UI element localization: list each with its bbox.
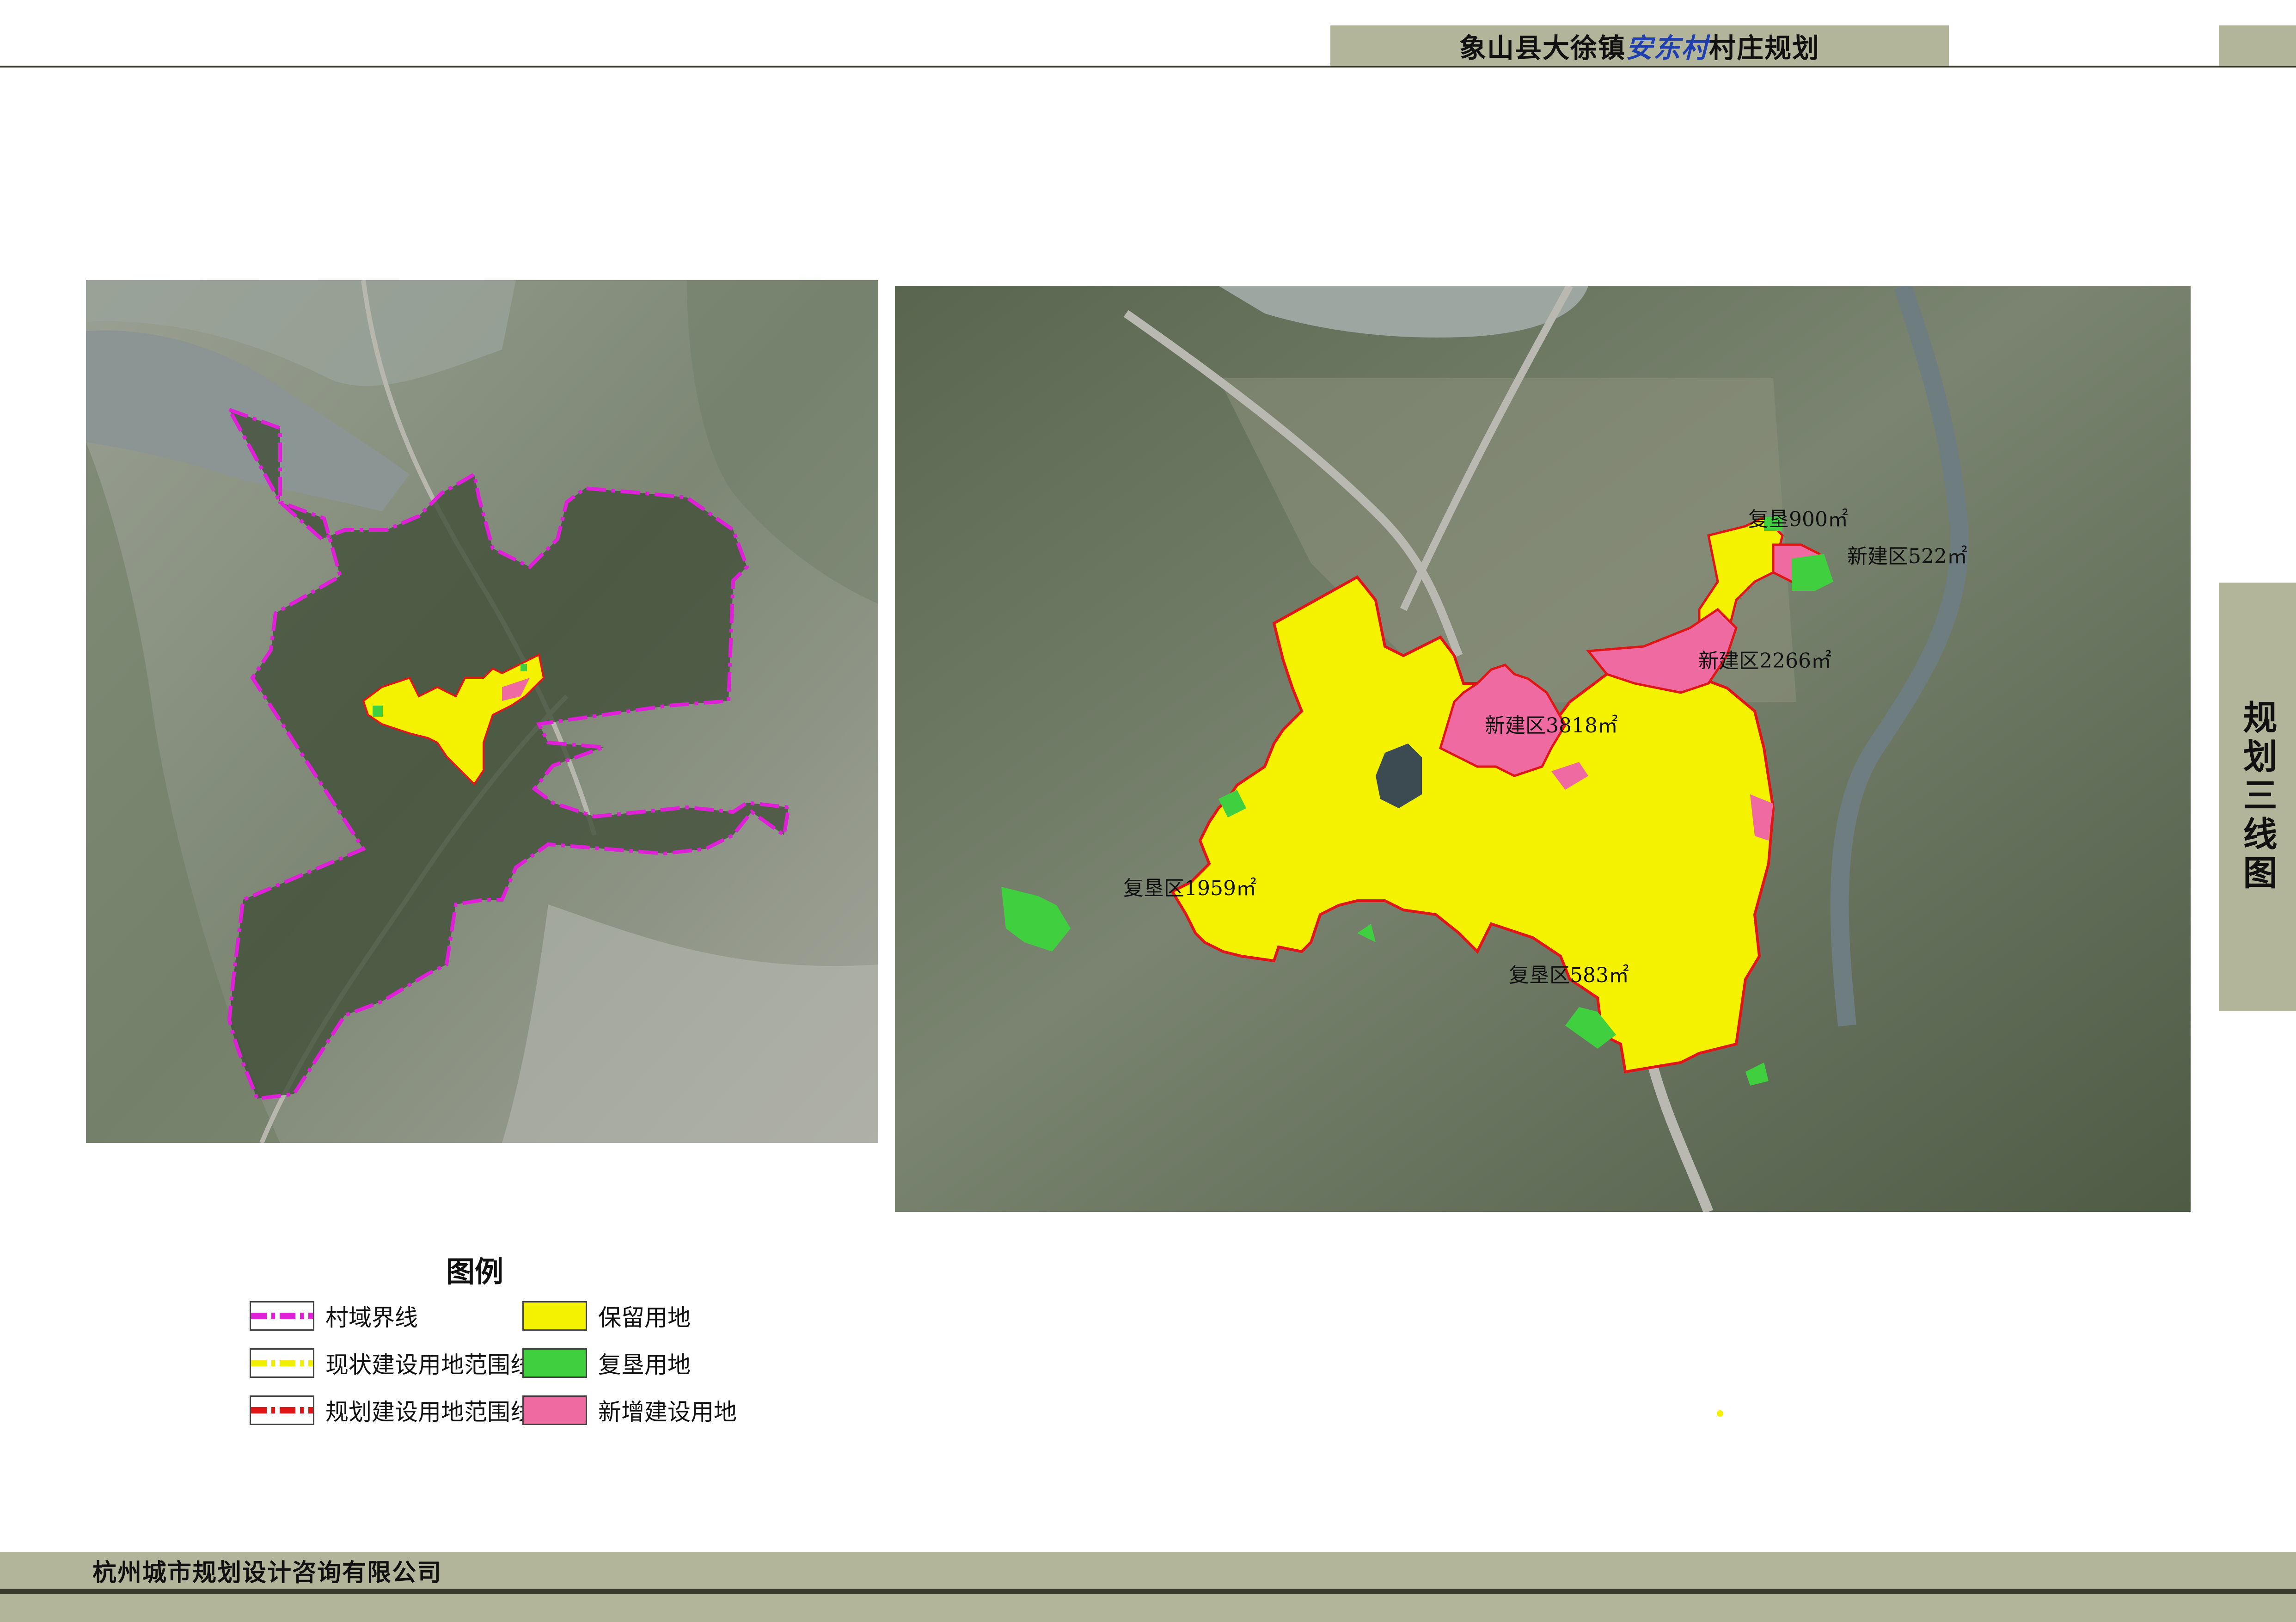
corner-tab bbox=[2219, 25, 2296, 66]
side-tab: 规划三线图 bbox=[2219, 583, 2296, 1011]
legend-symbol-current-construction-line bbox=[250, 1348, 314, 1378]
legend-item-reserved-land: 保留用地 bbox=[522, 1299, 691, 1333]
annotation-new-2266: 新建区2266㎡ bbox=[1698, 649, 1831, 673]
footer-strip bbox=[0, 1594, 2296, 1622]
footer: 杭州城市规划设计咨询有限公司 bbox=[0, 1552, 2296, 1589]
legend-label-reserved-land: 保留用地 bbox=[598, 1304, 691, 1331]
header-rule bbox=[0, 66, 2296, 68]
footer-company: 杭州城市规划设计咨询有限公司 bbox=[92, 1559, 442, 1587]
legend: 图例 村域界线 现状建设用地范围线 规划建设用地范围线 保留用地 复垦用地 新增… bbox=[250, 1248, 804, 1433]
side-tab-label: 规划三线图 bbox=[2237, 700, 2277, 894]
detail-map: 复垦900㎡ 新建区522㎡ 新建区2266㎡ 新建区3818㎡ 复垦区1959… bbox=[895, 286, 2191, 1212]
legend-symbol-reclaim-land bbox=[522, 1348, 587, 1378]
annotation-reclaim-583: 复垦区583㎡ bbox=[1509, 964, 1629, 987]
title-highlight: 安东村 bbox=[1625, 32, 1709, 64]
annotation-reclaim-1959: 复垦区1959㎡ bbox=[1123, 877, 1256, 900]
legend-item-village-boundary: 村域界线 bbox=[250, 1299, 418, 1333]
legend-symbol-reserved-land bbox=[522, 1301, 587, 1331]
stray-dot bbox=[1717, 1410, 1723, 1417]
detail-map-svg: 复垦900㎡ 新建区522㎡ 新建区2266㎡ 新建区3818㎡ 复垦区1959… bbox=[895, 286, 2191, 1212]
footer-rule bbox=[0, 1589, 2296, 1594]
legend-label-village-boundary: 村域界线 bbox=[325, 1304, 418, 1331]
legend-label-planned-construction-line: 规划建设用地范围线 bbox=[325, 1399, 533, 1425]
overview-map bbox=[86, 280, 878, 1143]
title-prefix: 象山县大徐镇 bbox=[1459, 32, 1626, 64]
legend-label-new-build-land: 新增建设用地 bbox=[598, 1399, 737, 1425]
annotation-new-522: 新建区522㎡ bbox=[1847, 545, 1967, 568]
legend-symbol-new-build-land bbox=[522, 1395, 587, 1425]
legend-item-new-build-land: 新增建设用地 bbox=[522, 1394, 737, 1427]
legend-item-current-construction-line: 现状建设用地范围线 bbox=[250, 1346, 533, 1380]
legend-item-reclaim-land: 复垦用地 bbox=[522, 1346, 691, 1380]
legend-title: 图例 bbox=[446, 1255, 504, 1289]
page-title: 象山县大徐镇 安东村 村庄规划 bbox=[1330, 25, 1949, 66]
overview-reclaim-1 bbox=[373, 706, 383, 717]
overview-map-svg bbox=[86, 280, 878, 1143]
legend-symbol-village-boundary bbox=[250, 1301, 314, 1331]
legend-item-planned-construction-line: 规划建设用地范围线 bbox=[250, 1394, 533, 1427]
overview-reclaim-2 bbox=[520, 664, 527, 671]
legend-label-reclaim-land: 复垦用地 bbox=[598, 1352, 691, 1378]
legend-symbol-planned-construction-line bbox=[250, 1395, 314, 1425]
annotation-reclaim-900: 复垦900㎡ bbox=[1748, 508, 1848, 531]
title-suffix: 村庄规划 bbox=[1709, 32, 1820, 64]
annotation-new-3818: 新建区3818㎡ bbox=[1485, 714, 1618, 737]
legend-label-current-construction-line: 现状建设用地范围线 bbox=[325, 1352, 533, 1378]
